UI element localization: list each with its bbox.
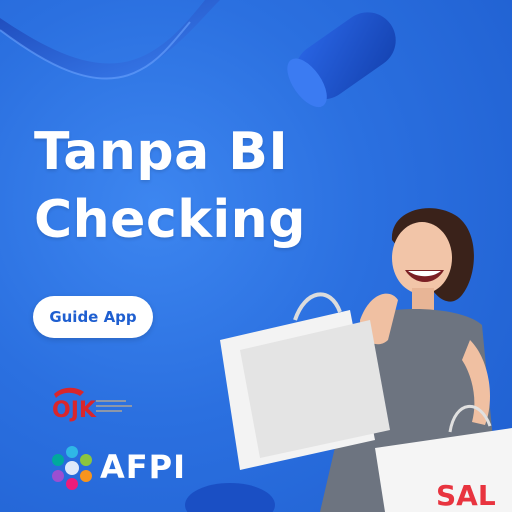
guide-app-button[interactable]: Guide App (33, 296, 153, 338)
afpi-logo: AFPI (48, 444, 188, 492)
ribbon-shape (0, 0, 220, 79)
afpi-logo-text: AFPI (100, 448, 186, 486)
promo-banner: Tanpa BI Checking Guide App OJK AFPI SAL (0, 0, 512, 512)
woman-shopping-image: SAL (220, 208, 512, 512)
afpi-emblem-icon (52, 446, 92, 490)
ojk-logo-text: OJK (52, 398, 97, 423)
headline-line-1: Tanpa BI (34, 122, 289, 182)
cylinder-shape (287, 12, 396, 108)
sale-bag-text: SAL (436, 479, 496, 512)
ojk-logo: OJK (52, 387, 132, 423)
